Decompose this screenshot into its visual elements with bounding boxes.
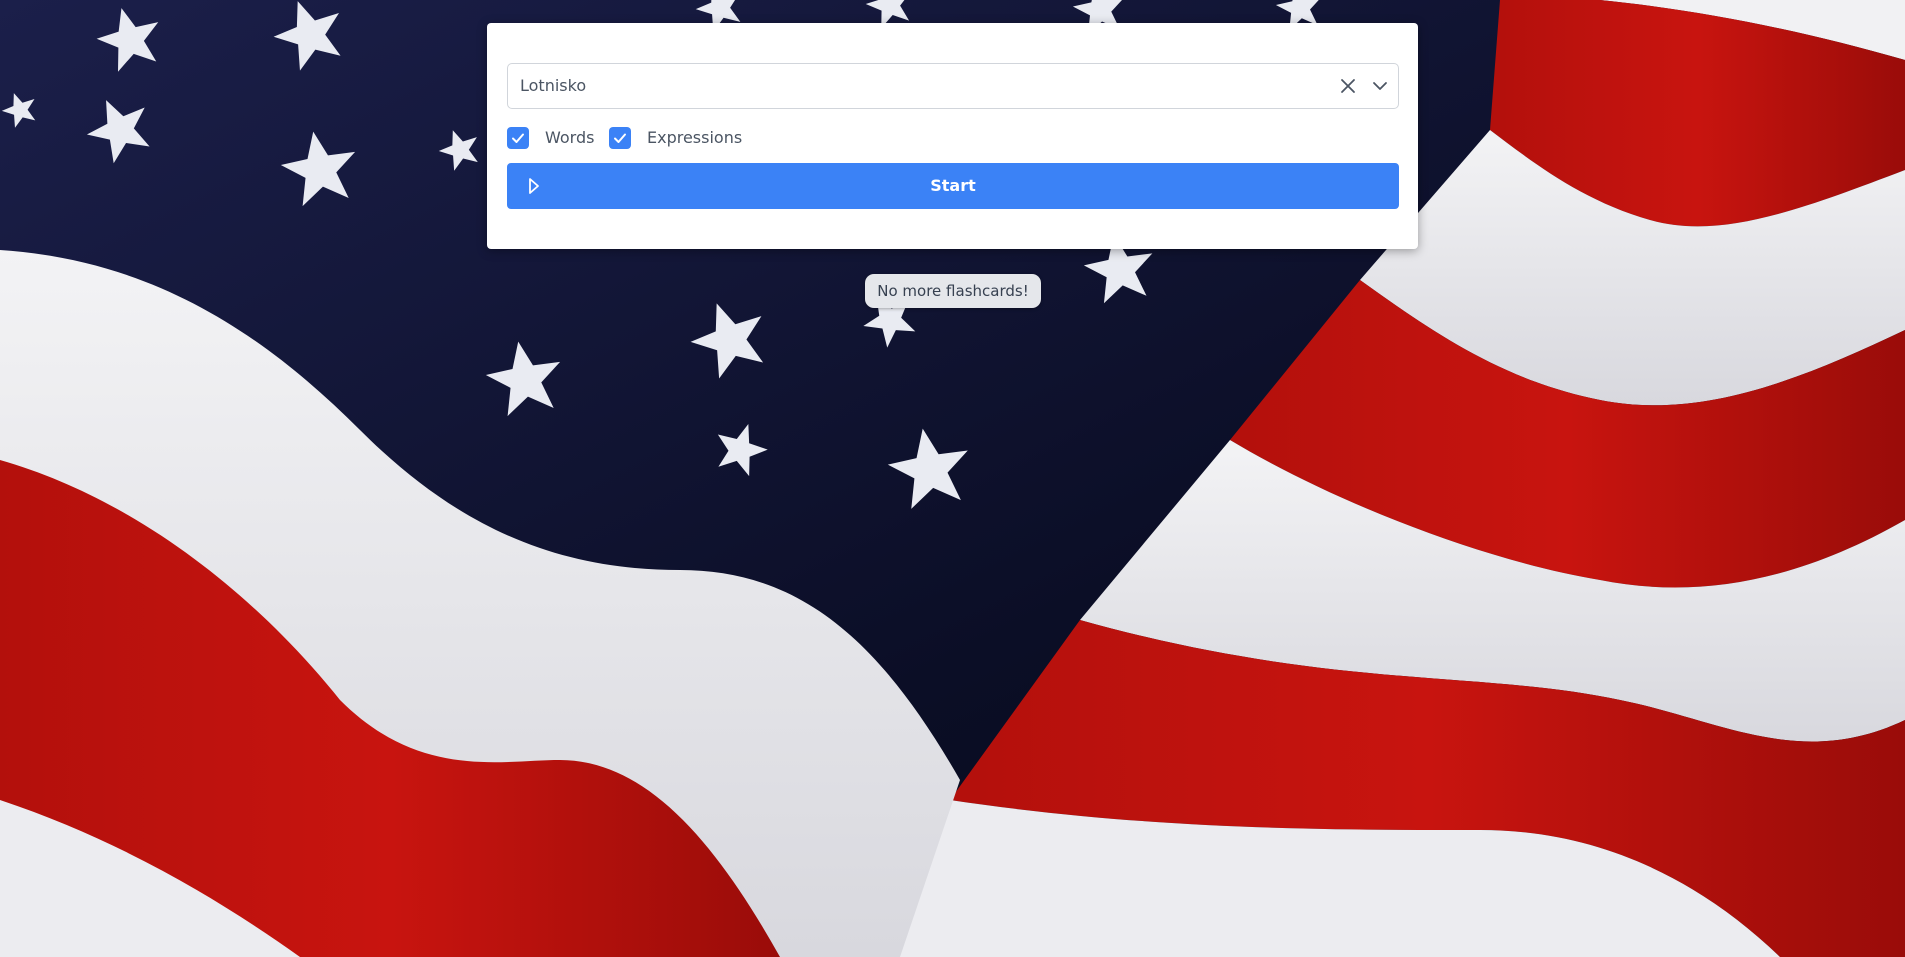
expressions-checkbox-label[interactable]: Expressions [647, 125, 742, 151]
flashcard-settings-panel: Lotnisko Words Expressions Start [487, 23, 1418, 249]
expressions-checkbox[interactable] [609, 127, 631, 149]
type-filters: Words Expressions [507, 125, 1107, 151]
start-button-label: Start [930, 176, 976, 195]
deck-select-value: Lotnisko [520, 76, 587, 95]
words-checkbox-label[interactable]: Words [545, 125, 594, 151]
chevron-down-icon[interactable] [1370, 76, 1390, 96]
start-button[interactable]: Start [507, 163, 1399, 209]
check-icon [614, 133, 626, 143]
close-icon[interactable] [1338, 76, 1358, 96]
check-icon [512, 133, 524, 143]
deck-select[interactable]: Lotnisko [507, 63, 1399, 109]
status-message: No more flashcards! [865, 274, 1041, 308]
words-checkbox[interactable] [507, 127, 529, 149]
